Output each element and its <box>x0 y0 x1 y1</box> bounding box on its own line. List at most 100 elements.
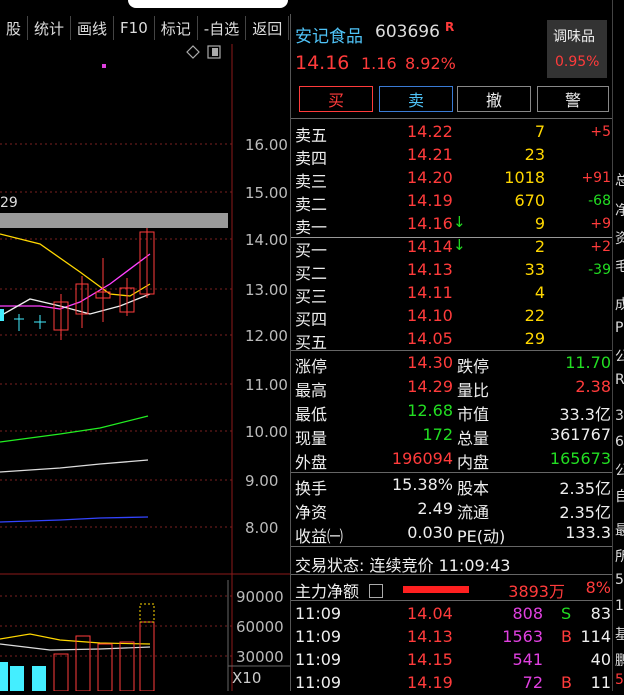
bid-label: 买三 <box>295 287 328 306</box>
edge-char: 净 <box>615 200 624 220</box>
ask-price[interactable]: 14.20 <box>407 168 453 187</box>
toolbar-remove-watchlist[interactable]: -自选 <box>198 16 247 40</box>
toolbar-stats[interactable]: 统计 <box>28 16 72 40</box>
ask-price[interactable]: 14.22 <box>407 122 453 141</box>
fragment-label: 29 <box>0 195 18 211</box>
tick-vol: 1563 <box>502 627 543 646</box>
ask-price[interactable]: 14.16 <box>407 214 453 233</box>
price-tick: 8.00 <box>245 519 279 537</box>
last-price: 14.16 <box>295 52 350 74</box>
stat-value: 11.70 <box>565 353 611 372</box>
ask-label: 卖三 <box>295 172 328 191</box>
tick-side: S <box>561 604 572 623</box>
ask-price[interactable]: 14.19 <box>407 191 453 210</box>
ask-chg: -68 <box>588 193 611 209</box>
main-flow-pct: 8% <box>585 578 611 597</box>
bid-vol: 4 <box>534 283 545 302</box>
ask-label: 卖一 <box>295 218 328 237</box>
stat-value: 133.3 <box>565 523 611 542</box>
alert-button[interactable]: 警 <box>537 86 609 112</box>
volume-tick: 30000 <box>236 648 284 666</box>
edge-char: 毛 <box>615 256 624 276</box>
stat-label: 股本 <box>457 479 490 498</box>
edge-char: 3 <box>615 408 624 424</box>
stock-name: 安记食品 <box>295 27 363 47</box>
bid-price[interactable]: 14.10 <box>407 306 453 325</box>
ask-vol: 23 <box>524 145 545 164</box>
edge-char: 公 <box>615 346 624 366</box>
bid-price[interactable]: 14.05 <box>407 329 453 348</box>
edge-char: 成 <box>615 294 624 314</box>
vol-ma2-line <box>0 643 151 651</box>
main-flow-bar <box>403 586 469 593</box>
bid-price[interactable]: 14.13 <box>407 260 453 279</box>
bid-label: 买一 <box>295 241 328 260</box>
edge-char: 所 <box>615 546 624 566</box>
stock-code: 603696 <box>375 22 440 42</box>
stat-label: 总量 <box>457 429 490 448</box>
bid-vol: 33 <box>524 260 545 279</box>
ask-price[interactable]: 14.21 <box>407 145 453 164</box>
price-highlight-band <box>0 213 228 228</box>
buy-button[interactable]: 买 <box>299 86 373 112</box>
edge-char: 资 <box>615 228 624 248</box>
price-tick: 14.00 <box>245 231 288 249</box>
toolbar-f10[interactable]: F10 <box>114 16 155 40</box>
stat-value: 2.49 <box>417 499 453 518</box>
price-tick: 15.00 <box>245 184 288 202</box>
tick-price: 14.04 <box>407 604 453 623</box>
stat-value: 15.38% <box>391 475 453 494</box>
cancel-button[interactable]: 撤 <box>457 86 531 112</box>
tick-price: 14.13 <box>407 627 453 646</box>
list-icon[interactable] <box>369 584 383 598</box>
volume-tick: 90000 <box>236 588 284 606</box>
ask-chg: +91 <box>581 170 611 186</box>
edge-char: 6 <box>615 434 624 450</box>
main-flow-value: 3893万 <box>508 582 565 601</box>
ask-vol: 7 <box>534 122 545 141</box>
sector-pct: 0.95% <box>555 54 600 70</box>
window-toggle-inner <box>212 48 218 56</box>
ask-chg: +5 <box>590 124 611 140</box>
ma60-line <box>0 459 149 473</box>
stat-label: 流通 <box>457 503 490 522</box>
stat-value: 2.35亿 <box>559 479 611 498</box>
sell-button[interactable]: 卖 <box>379 86 453 112</box>
ask-vol: 1018 <box>504 168 545 187</box>
stat-value: 14.30 <box>407 353 453 372</box>
toolbar-draw[interactable]: 画线 <box>71 16 115 40</box>
tick-time: 11:09 <box>295 604 342 623</box>
stat-label: 外盘 <box>295 453 328 472</box>
stat-label: 市值 <box>457 405 490 424</box>
tick-vol: 808 <box>512 604 543 623</box>
stat-label: 最高 <box>295 381 328 400</box>
volume-unit: X10 <box>232 669 262 687</box>
bid-chg: -39 <box>588 262 611 278</box>
sector-box[interactable]: 调味品 0.95% <box>547 20 607 78</box>
stat-value: 172 <box>422 425 453 444</box>
bid-chg: +2 <box>590 239 611 255</box>
bid-price[interactable]: 14.14 <box>407 237 453 256</box>
main-flow-label: 主力净额 <box>295 582 360 601</box>
bid-price[interactable]: 14.11 <box>407 283 453 302</box>
toolbar-back[interactable]: 返回 <box>246 16 290 40</box>
magenta-marker <box>102 64 106 68</box>
stat-value: 2.35亿 <box>559 503 611 522</box>
toolbar-mark[interactable]: 标记 <box>155 16 198 40</box>
kline-chart[interactable]: 29 16.00 15.00 14.00 13.00 12.00 11.00 1… <box>0 44 290 692</box>
stat-label: 最低 <box>295 405 328 424</box>
bid-vol: 29 <box>524 329 545 348</box>
margin-badge: R <box>445 20 455 34</box>
price-tick: 9.00 <box>245 472 279 490</box>
stat-label: 内盘 <box>457 453 490 472</box>
price-tick: 10.00 <box>245 423 288 441</box>
chart-toolbar: 股 统计 画线 F10 标记 -自选 返回 <box>0 14 290 42</box>
bid-label: 买四 <box>295 310 328 329</box>
toolbar-stock[interactable]: 股 <box>0 16 29 40</box>
ma30-line <box>0 415 149 443</box>
down-arrow-icon: ↓ <box>453 236 466 254</box>
ask-vol: 670 <box>514 191 545 210</box>
stat-label: 量比 <box>457 381 490 400</box>
edge-char: P <box>615 320 624 336</box>
price-tick: 16.00 <box>245 136 288 154</box>
